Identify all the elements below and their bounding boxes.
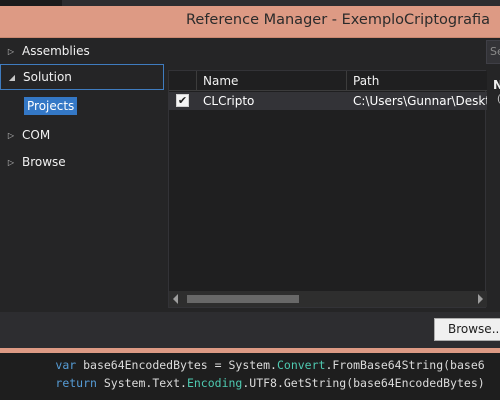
- code-editor[interactable]: var base64EncodedBytes = System.Convert.…: [0, 353, 500, 400]
- left-nav: ▷ Assemblies ◢ Solution Projects ▷ COM ▷…: [0, 38, 164, 312]
- row-name: CLCripto: [203, 94, 255, 108]
- code-text: .UTF8.GetString(base64EncodedBytes): [242, 376, 485, 390]
- code-type: Encoding: [186, 376, 243, 390]
- reference-manager-dialog: ▷ Assemblies ◢ Solution Projects ▷ COM ▷…: [0, 38, 500, 312]
- title-bar: Reference Manager - ExemploCriptografia: [0, 6, 500, 38]
- column-header-check[interactable]: [169, 71, 197, 91]
- list-header: Name Path: [169, 71, 487, 91]
- browse-button[interactable]: Browse...: [434, 318, 500, 341]
- nav-item-label: Solution: [23, 70, 72, 84]
- code-text: .FromBase64String(base6: [325, 358, 485, 372]
- scroll-left-icon[interactable]: [173, 294, 178, 304]
- horizontal-scrollbar[interactable]: [169, 291, 487, 307]
- code-text: System.Text.: [96, 376, 187, 390]
- collapse-arrow-icon[interactable]: ◢: [1, 73, 23, 82]
- include-checkbox[interactable]: ✔: [176, 94, 189, 107]
- code-text: base64EncodedBytes = System.: [76, 358, 277, 372]
- nav-item-label: Assemblies: [22, 44, 90, 58]
- details-heading: N: [493, 78, 500, 92]
- nav-item-solution[interactable]: ◢ Solution: [0, 64, 164, 90]
- expand-arrow-icon[interactable]: ▷: [0, 47, 22, 56]
- nav-item-browse[interactable]: ▷ Browse: [0, 149, 164, 175]
- column-header-path[interactable]: Path: [347, 71, 487, 91]
- expand-arrow-icon[interactable]: ▷: [0, 158, 22, 167]
- nav-subitem-projects[interactable]: Projects: [24, 97, 78, 115]
- search-input[interactable]: Se: [486, 40, 500, 64]
- scrollbar-thumb[interactable]: [187, 295, 299, 303]
- list-row[interactable]: ✔ CLCripto C:\Users\Gunnar\Desktop: [169, 92, 487, 110]
- row-path: C:\Users\Gunnar\Desktop: [353, 94, 487, 108]
- expand-arrow-icon[interactable]: ▷: [0, 131, 22, 140]
- dialog-footer: [0, 312, 500, 348]
- code-keyword: return: [55, 376, 97, 390]
- nav-item-com[interactable]: ▷ COM: [0, 122, 164, 148]
- code-keyword: var: [55, 358, 77, 372]
- code-line: return System.Text.Encoding.UTF8.GetStri…: [0, 375, 500, 391]
- nav-item-assemblies[interactable]: ▷ Assemblies: [0, 38, 164, 64]
- code-type: Convert: [276, 358, 326, 372]
- nav-item-label: Browse: [22, 155, 66, 169]
- window-title: Reference Manager - ExemploCriptografia: [185, 12, 490, 28]
- scroll-right-icon[interactable]: [478, 294, 483, 304]
- nav-item-label: COM: [22, 128, 51, 142]
- reference-list: Name Path ✔ CLCripto C:\Users\Gunnar\Des…: [168, 70, 487, 308]
- code-line: var base64EncodedBytes = System.Convert.…: [0, 357, 500, 373]
- column-header-name[interactable]: Name: [197, 71, 347, 91]
